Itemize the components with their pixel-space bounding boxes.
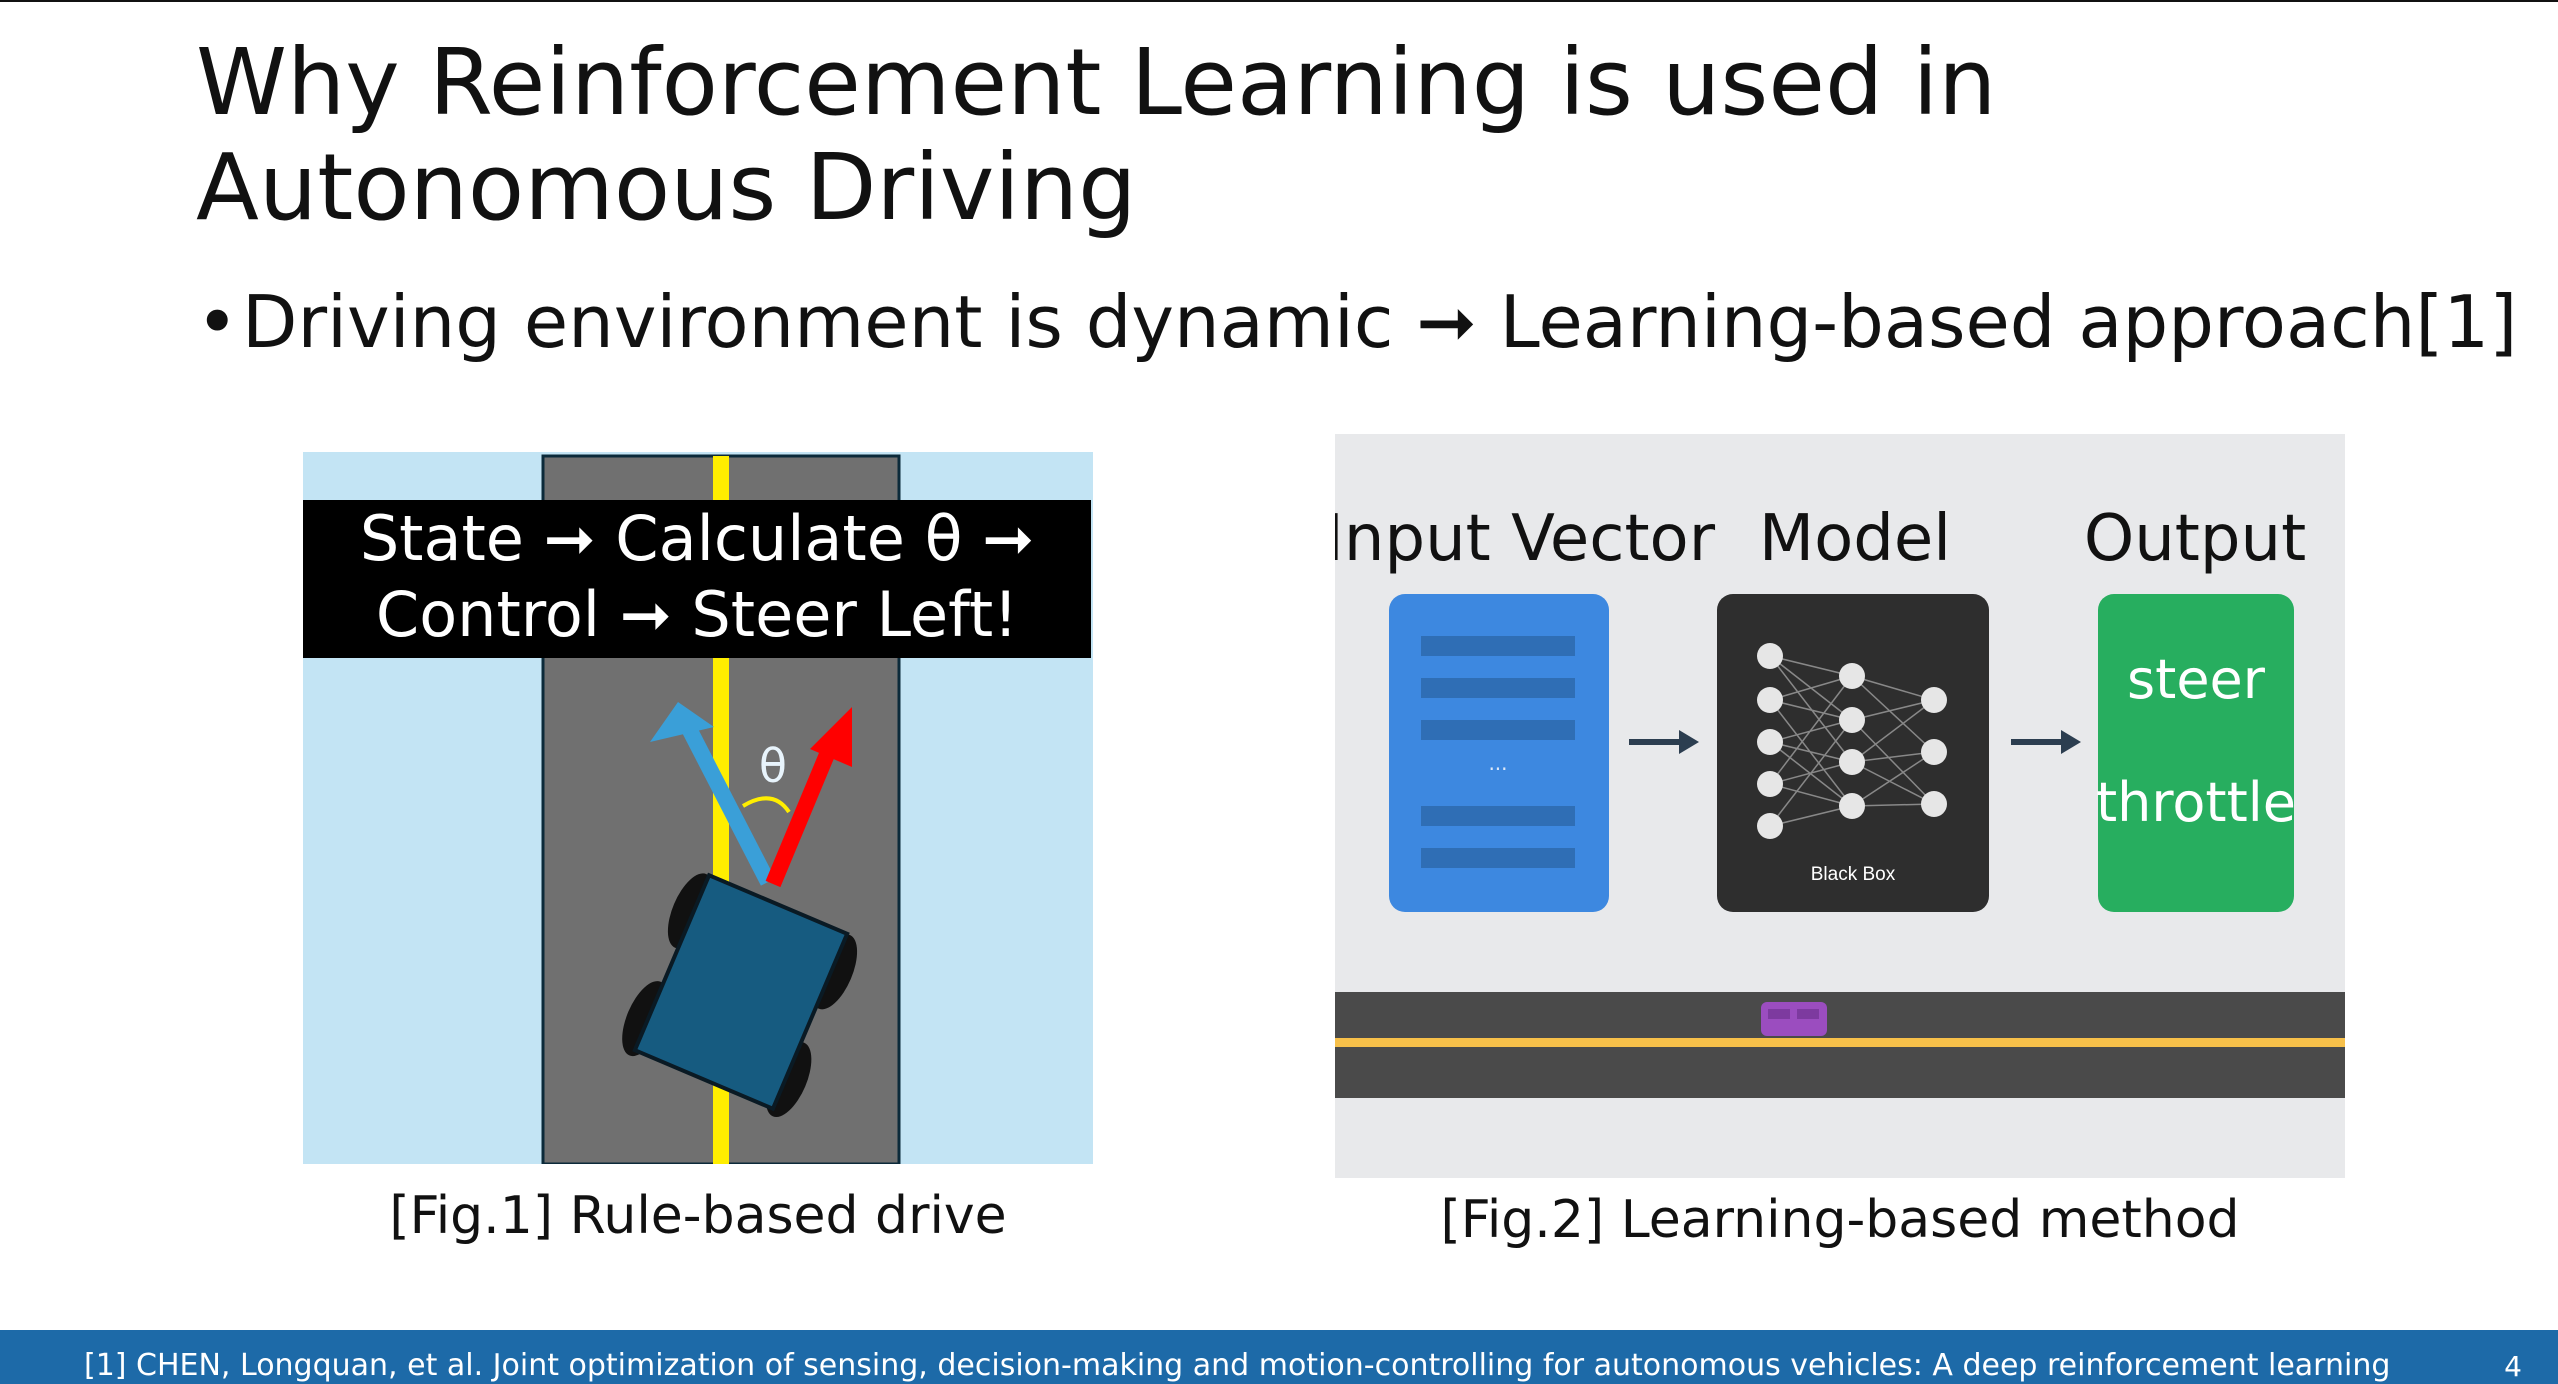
model-label: Model [1759, 502, 1951, 576]
fig2-learning-based-diagram: Input Vector Model Output ... Black Box … [1335, 434, 2345, 1178]
slide-title: Why Reinforcement Learning is used in Au… [196, 30, 2396, 240]
output-steer: steer [2127, 648, 2266, 711]
fig1-rule-based-diagram: θ State ➞ Calculate θ ➞ Control ➞ Steer … [303, 452, 1093, 1164]
output-throttle: throttle [2096, 771, 2296, 834]
bullet-text: Driving environment is dynamic ➞ Learnin… [242, 280, 2518, 364]
output-box [2098, 594, 2294, 912]
fig2-car-window-2 [1797, 1009, 1819, 1019]
fig2-car-window-1 [1768, 1009, 1790, 1019]
input-bar-1 [1421, 636, 1575, 656]
page-number: 4 [2504, 1350, 2522, 1383]
bullet-point: •Driving environment is dynamic ➞ Learni… [196, 280, 2517, 364]
input-bar-4 [1421, 806, 1575, 826]
input-bar-3 [1421, 720, 1575, 740]
fig1-caption: [Fig.1] Rule-based drive [389, 1186, 1007, 1246]
input-bar-5 [1421, 848, 1575, 868]
input-bar-2 [1421, 678, 1575, 698]
fig2-caption: [Fig.2] Learning-based method [1440, 1190, 2240, 1250]
bullet-dot-icon: • [196, 280, 239, 364]
title-line-1: Why Reinforcement Learning is used in [196, 29, 1997, 136]
input-vector-label: Input Vector [1335, 502, 1716, 576]
top-rule [0, 0, 2558, 2]
output-label: Output [2084, 502, 2306, 576]
fig2-lane-line [1335, 1038, 2345, 1047]
footer-bar: [1] CHEN, Longquan, et al. Joint optimiz… [0, 1330, 2558, 1384]
black-box-label: Black Box [1811, 864, 1896, 885]
title-line-2: Autonomous Driving [196, 134, 1137, 241]
input-ellipsis: ... [1488, 751, 1507, 775]
theta-label: θ [759, 739, 787, 793]
state-banner-line-1: State ➞ Calculate θ ➞ [360, 502, 1034, 575]
citation: [1] CHEN, Longquan, et al. Joint optimiz… [84, 1348, 2391, 1383]
state-banner-line-2: Control ➞ Steer Left! [376, 578, 1018, 651]
